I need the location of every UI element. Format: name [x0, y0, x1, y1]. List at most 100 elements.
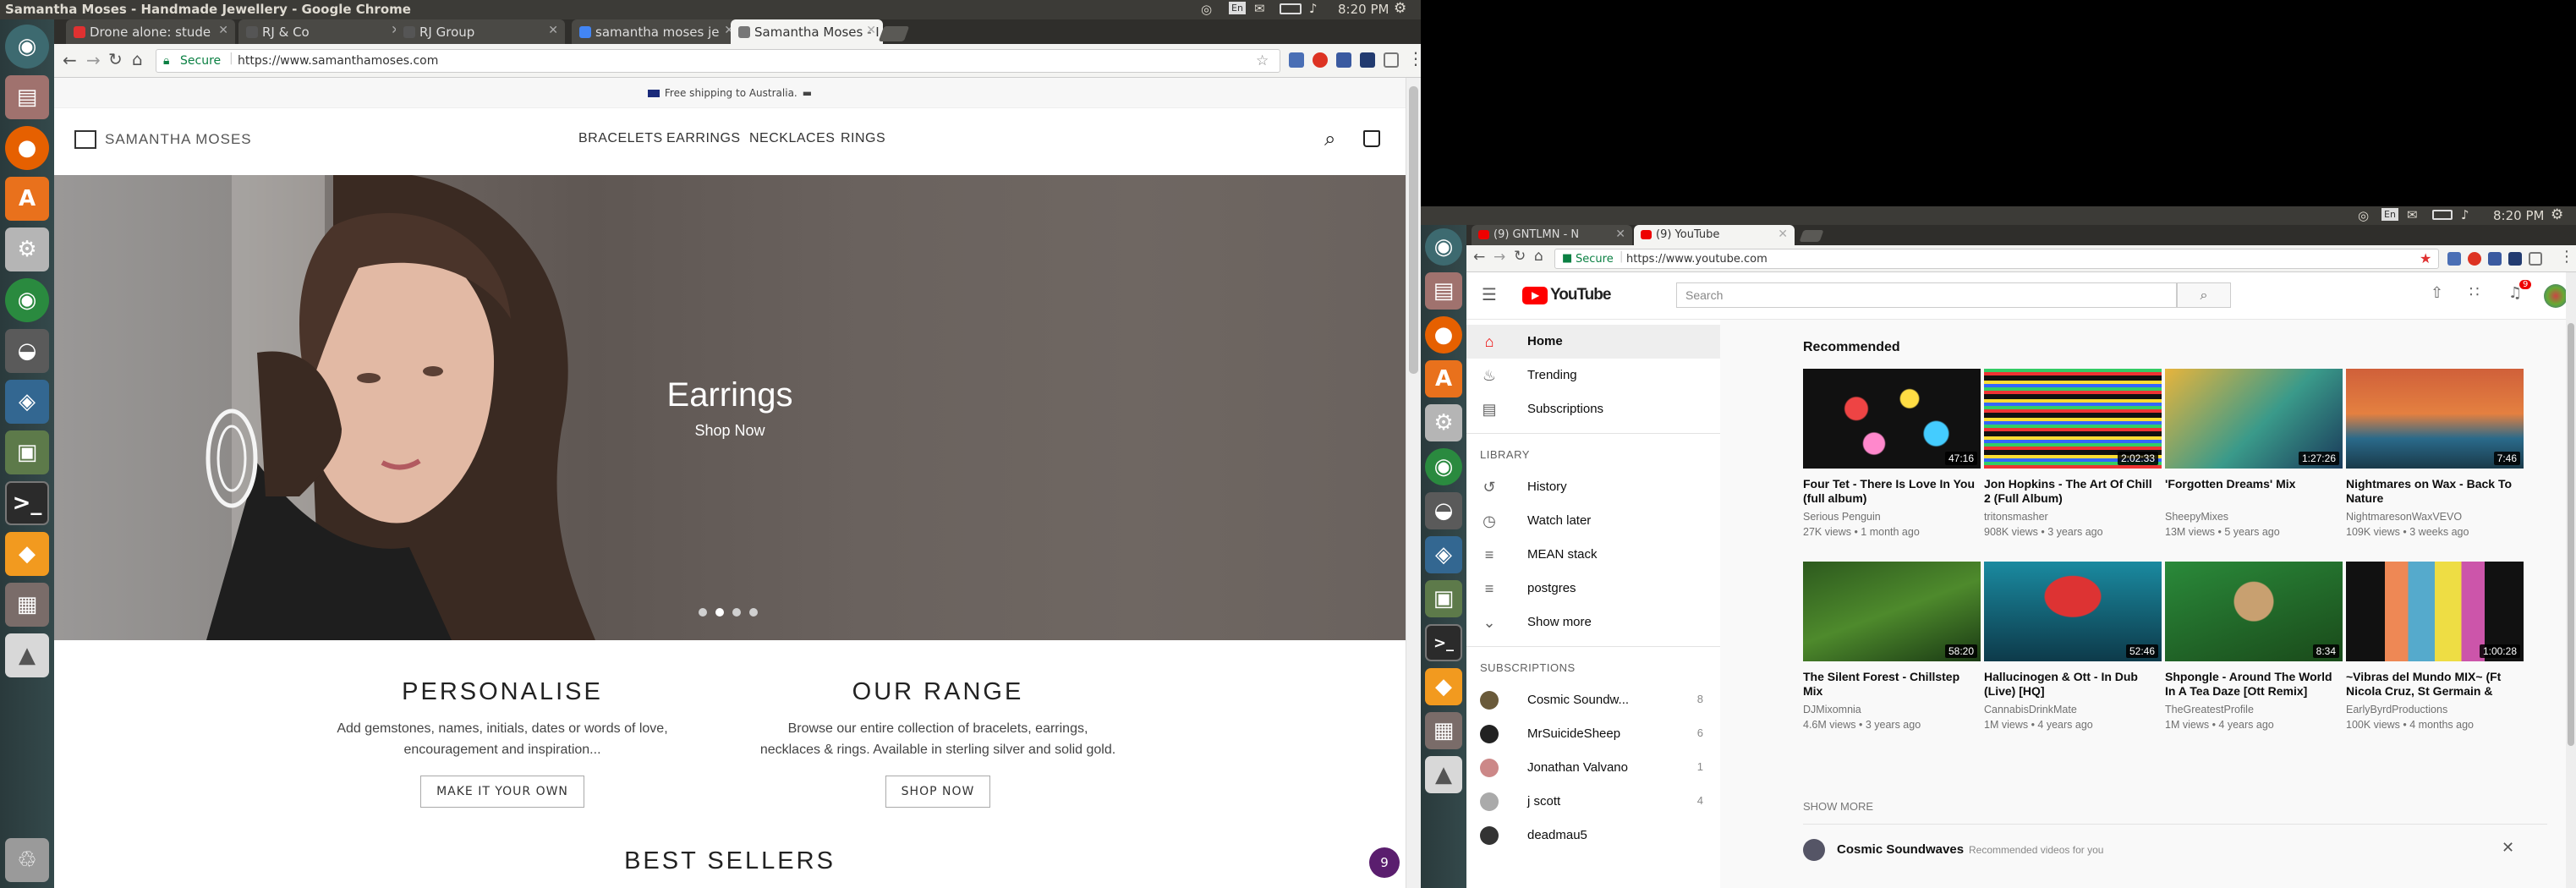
firefox-icon[interactable]: ● [1425, 316, 1462, 354]
tab-gntlmn[interactable]: (9) GNTLMN - N ✕ [1472, 225, 1632, 245]
ubuntu-icon[interactable]: ◉ [5, 25, 49, 69]
sidebar-item[interactable]: ≡ MEAN stack [1466, 538, 1720, 572]
scrollbar-thumb[interactable] [2568, 323, 2574, 746]
video-channel[interactable]: NightmaresonWaxVEVO [2346, 509, 2524, 524]
pdf-icon[interactable]: ◆ [1425, 668, 1462, 705]
bookmark-star-icon[interactable]: ☆ [1256, 52, 1269, 69]
video-channel[interactable]: TheGreatestProfile [2165, 702, 2343, 717]
gimp-icon[interactable]: ◒ [1425, 492, 1462, 529]
sidebar-item[interactable]: j scott 4 [1466, 785, 1720, 819]
extension-icon[interactable] [2508, 252, 2522, 266]
reload-icon[interactable]: ↻ [1514, 248, 1526, 265]
clock[interactable]: 8:20 PM [1338, 2, 1389, 17]
close-tab-icon[interactable]: ✕ [1615, 227, 1625, 241]
video-title[interactable]: The Silent Forest - Chillstep Mix [1803, 670, 1981, 699]
kebab-menu-icon[interactable]: ⋮ [1407, 48, 1421, 69]
video-title[interactable]: Jon Hopkins - The Art Of Chill 2 (Full A… [1984, 477, 2162, 506]
extension-icon[interactable] [1384, 52, 1399, 68]
sidebar-item[interactable]: Cosmic Soundw... 8 [1466, 683, 1720, 717]
scrollbar[interactable] [1406, 78, 1421, 888]
keyboard-indicator[interactable]: En [1229, 2, 1246, 14]
extension-icon[interactable] [1336, 52, 1351, 68]
tab-youtube[interactable]: (9) YouTube ✕ [1634, 225, 1795, 245]
shop-now-button[interactable]: SHOP NOW [885, 776, 991, 808]
home-icon[interactable]: ⌂ [1534, 248, 1543, 265]
gear-icon[interactable]: ⚙ [2551, 206, 2563, 223]
extension-icon[interactable] [2488, 252, 2502, 266]
bookmark-star-icon[interactable]: ★ [2420, 250, 2431, 266]
scrollbar[interactable] [2566, 272, 2576, 888]
shelf-channel-name[interactable]: Cosmic Soundwaves [1837, 842, 1964, 857]
sidebar-item[interactable]: ♨ Trending [1466, 359, 1720, 392]
video-card[interactable]: 47:16 Four Tet - There Is Love In You (fu… [1803, 369, 1981, 540]
nav-necklaces[interactable]: NECKLACES [749, 131, 835, 146]
software-center-icon[interactable]: A [1425, 360, 1462, 397]
video-card[interactable]: 2:02:33 Jon Hopkins - The Art Of Chill 2 … [1984, 369, 2162, 540]
sidebar-item[interactable]: ◷ Watch later [1466, 504, 1720, 538]
ubuntu-icon[interactable]: ◉ [1425, 228, 1462, 266]
scrollbar-thumb[interactable] [1409, 86, 1418, 374]
video-channel[interactable]: DJMixomnia [1803, 702, 1981, 717]
firefox-icon[interactable]: ● [5, 126, 49, 170]
video-channel[interactable]: SheepyMixes [2165, 509, 2343, 524]
installer-icon[interactable]: ▲ [5, 633, 49, 677]
wifi-icon[interactable]: ◎ [2358, 208, 2369, 223]
video-thumbnail[interactable]: 8:34 [2165, 562, 2343, 661]
sidebar-item[interactable]: ⌂ Home [1466, 325, 1720, 359]
video-title[interactable]: Hallucinogen & Ott - In Dub (Live) [HQ] [1984, 670, 2162, 699]
archive-icon[interactable]: ▦ [5, 583, 49, 627]
video-channel[interactable]: CannabisDrinkMate [1984, 702, 2162, 717]
settings-icon[interactable]: ⚙ [5, 227, 49, 271]
video-thumbnail[interactable]: 52:46 [1984, 562, 2162, 661]
extension-icon[interactable] [2447, 252, 2461, 266]
sidebar-item[interactable]: ▤ Subscriptions [1466, 392, 1720, 426]
tab-5[interactable]: Samantha Moses - I ✕ [731, 19, 883, 44]
database-icon[interactable]: ◈ [5, 380, 49, 424]
nav-bracelets[interactable]: BRACELETS [578, 131, 663, 146]
chrome-icon[interactable]: ◉ [5, 278, 49, 322]
video-thumbnail[interactable]: 58:20 [1803, 562, 1981, 661]
video-thumbnail[interactable]: 47:16 [1803, 369, 1981, 469]
close-tab-icon[interactable]: ✕ [218, 24, 228, 37]
gimp-icon[interactable]: ◒ [5, 329, 49, 373]
installer-icon[interactable]: ▲ [1425, 756, 1462, 793]
close-tab-icon[interactable]: ✕ [866, 24, 876, 37]
video-card[interactable]: 58:20 The Silent Forest - Chillstep Mix DJ… [1803, 562, 1981, 732]
close-tab-icon[interactable]: ✕ [548, 24, 558, 37]
pdf-icon[interactable]: ◆ [5, 532, 49, 576]
video-channel[interactable]: Serious Penguin [1803, 509, 1981, 524]
address-bar[interactable]: 🔒︎ Secure | https://www.samanthamoses.co… [156, 49, 1280, 73]
video-card[interactable]: 1:00:28 ~Vibras del Mundo MIX~ (Ft Nicola… [2346, 562, 2524, 732]
youtube-logo-icon[interactable]: ▶ [1522, 287, 1548, 304]
terminal-icon[interactable]: >_ [1425, 624, 1462, 661]
sidebar-item[interactable]: MrSuicideSheep 6 [1466, 717, 1720, 751]
tab-3[interactable]: RJ Group ✕ [396, 19, 565, 44]
mail-icon[interactable]: ✉ [2407, 207, 2418, 222]
archive-icon[interactable]: ▦ [1425, 712, 1462, 749]
video-card[interactable]: 1:27:26 'Forgotten Dreams' Mix SheepyMixes… [2165, 369, 2343, 540]
terminal-icon[interactable]: >_ [5, 481, 49, 525]
video-title[interactable]: Four Tet - There Is Love In You (full al… [1803, 477, 1981, 506]
mail-icon[interactable]: ✉ [1254, 1, 1265, 16]
adblock-icon[interactable] [2468, 252, 2481, 266]
adblock-icon[interactable] [1313, 52, 1328, 68]
battery-icon[interactable] [2432, 210, 2453, 220]
screenshot-icon[interactable]: ▣ [1425, 580, 1462, 617]
volume-icon[interactable]: ♪ [2461, 207, 2469, 222]
software-center-icon[interactable]: A [5, 177, 49, 221]
close-tab-icon[interactable]: ✕ [1778, 227, 1788, 241]
settings-icon[interactable]: ⚙ [1425, 404, 1462, 441]
show-more-button[interactable]: SHOW MORE [1803, 800, 1873, 813]
extension-icon[interactable] [2529, 252, 2542, 266]
forward-icon[interactable]: → [1494, 249, 1505, 266]
video-thumbnail[interactable]: 2:02:33 [1984, 369, 2162, 469]
hero-banner[interactable]: Earrings Shop Now [54, 175, 1406, 640]
video-thumbnail[interactable]: 7:46 [2346, 369, 2524, 469]
cart-icon[interactable] [1363, 130, 1380, 147]
sidebar-item[interactable]: Jonathan Valvano 1 [1466, 751, 1720, 785]
channel-avatar[interactable] [1803, 839, 1825, 861]
apps-grid-icon[interactable]: ∷ [2469, 283, 2479, 301]
video-title[interactable]: ~Vibras del Mundo MIX~ (Ft Nicola Cruz, … [2346, 670, 2524, 699]
close-icon[interactable]: ✕ [2502, 839, 2514, 857]
sidebar-item[interactable]: ≡ postgres [1466, 572, 1720, 606]
